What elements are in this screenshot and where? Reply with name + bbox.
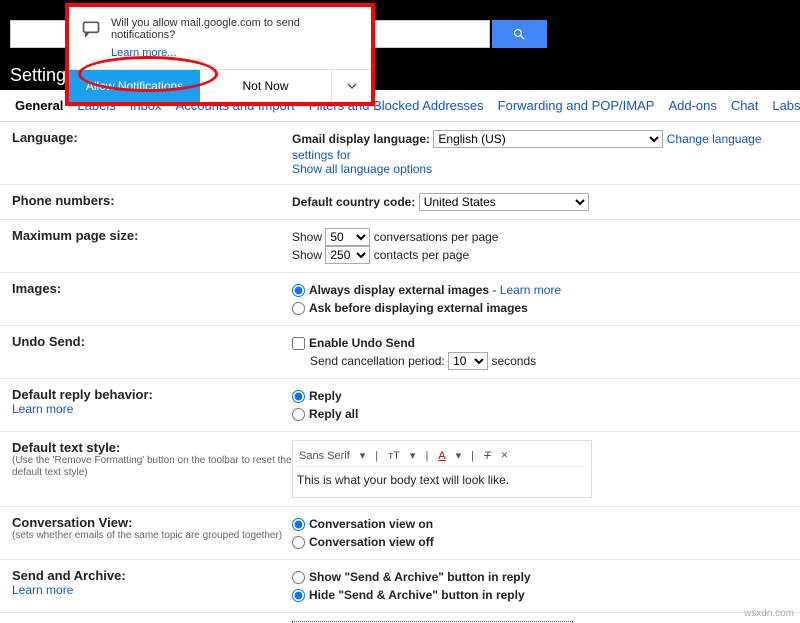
display-language-label: Gmail display language:: [292, 132, 430, 146]
learn-more-link[interactable]: Learn more...: [111, 47, 359, 59]
body-preview: This is what your body text will look li…: [297, 467, 587, 493]
tab-forwarding[interactable]: Forwarding and POP/IMAP: [491, 90, 662, 121]
reply-radio[interactable]: Reply: [292, 387, 788, 405]
enable-undo-checkbox[interactable]: Enable Undo Send: [292, 334, 788, 352]
text-style-box: Sans Serif▾ | т​T▾ | A▾ | T✕ This is wha…: [292, 440, 592, 498]
images-learn-more[interactable]: Learn more: [500, 283, 561, 297]
sendarch-label: Send and Archive:: [12, 568, 126, 583]
search-button[interactable]: [492, 20, 547, 48]
country-select[interactable]: United States: [419, 193, 589, 211]
search-icon: [512, 27, 527, 42]
reply-all-radio[interactable]: Reply all: [292, 405, 788, 423]
images-always-radio[interactable]: Always display external images - Learn m…: [292, 281, 788, 299]
convview-sub: (sets whether emails of the same topic a…: [12, 530, 292, 542]
sendarch-hide-radio[interactable]: Hide "Send & Archive" button in reply: [292, 586, 788, 604]
convview-label: Conversation View:: [12, 515, 132, 530]
chat-bubble-icon: [81, 19, 101, 42]
chevron-down-icon: [347, 81, 357, 91]
images-ask-radio[interactable]: Ask before displaying external images: [292, 299, 788, 317]
pagesize-label: Maximum page size:: [12, 228, 292, 264]
images-label: Images:: [12, 281, 292, 317]
font-size-icon[interactable]: т​T: [386, 450, 402, 462]
convview-off-radio[interactable]: Conversation view off: [292, 533, 788, 551]
sendarch-show-radio[interactable]: Show "Send & Archive" button in reply: [292, 568, 788, 586]
textstyle-label: Default text style:: [12, 440, 120, 455]
textstyle-sub: (Use the 'Remove Formatting' button on t…: [12, 455, 292, 479]
convview-on-radio[interactable]: Conversation view on: [292, 515, 788, 533]
contacts-per-page-select[interactable]: 250: [325, 246, 370, 264]
notification-message: Will you allow mail.google.com to send n…: [111, 17, 359, 41]
tab-general[interactable]: General: [8, 90, 70, 121]
sendarch-learn-more[interactable]: Learn more: [12, 583, 292, 597]
text-color-icon[interactable]: A: [436, 450, 447, 462]
reply-label: Default reply behavior:: [12, 387, 153, 402]
watermark: wsxdn.com: [744, 608, 794, 619]
font-selector[interactable]: Sans Serif: [297, 450, 352, 462]
reply-learn-more[interactable]: Learn more: [12, 402, 292, 416]
show-all-languages-link[interactable]: Show all language options: [292, 162, 432, 176]
phone-label: Phone numbers:: [12, 193, 292, 211]
undo-period-select[interactable]: 10: [448, 352, 488, 370]
dropdown-caret-button[interactable]: [331, 70, 371, 102]
country-code-label: Default country code:: [292, 195, 415, 209]
language-label: Language:: [12, 130, 292, 176]
not-now-button[interactable]: Not Now: [200, 70, 331, 102]
allow-notifications-button[interactable]: Allow Notifications: [69, 70, 200, 102]
undo-label: Undo Send:: [12, 334, 292, 370]
remove-format-icon[interactable]: T: [482, 450, 493, 462]
notification-permission-dialog: Will you allow mail.google.com to send n…: [65, 3, 375, 106]
language-select[interactable]: English (US): [433, 130, 663, 148]
tab-addons[interactable]: Add-ons: [661, 90, 723, 121]
conversations-per-page-select[interactable]: 50: [325, 228, 370, 246]
tab-labs[interactable]: Labs: [765, 90, 800, 121]
tab-chat[interactable]: Chat: [724, 90, 765, 121]
